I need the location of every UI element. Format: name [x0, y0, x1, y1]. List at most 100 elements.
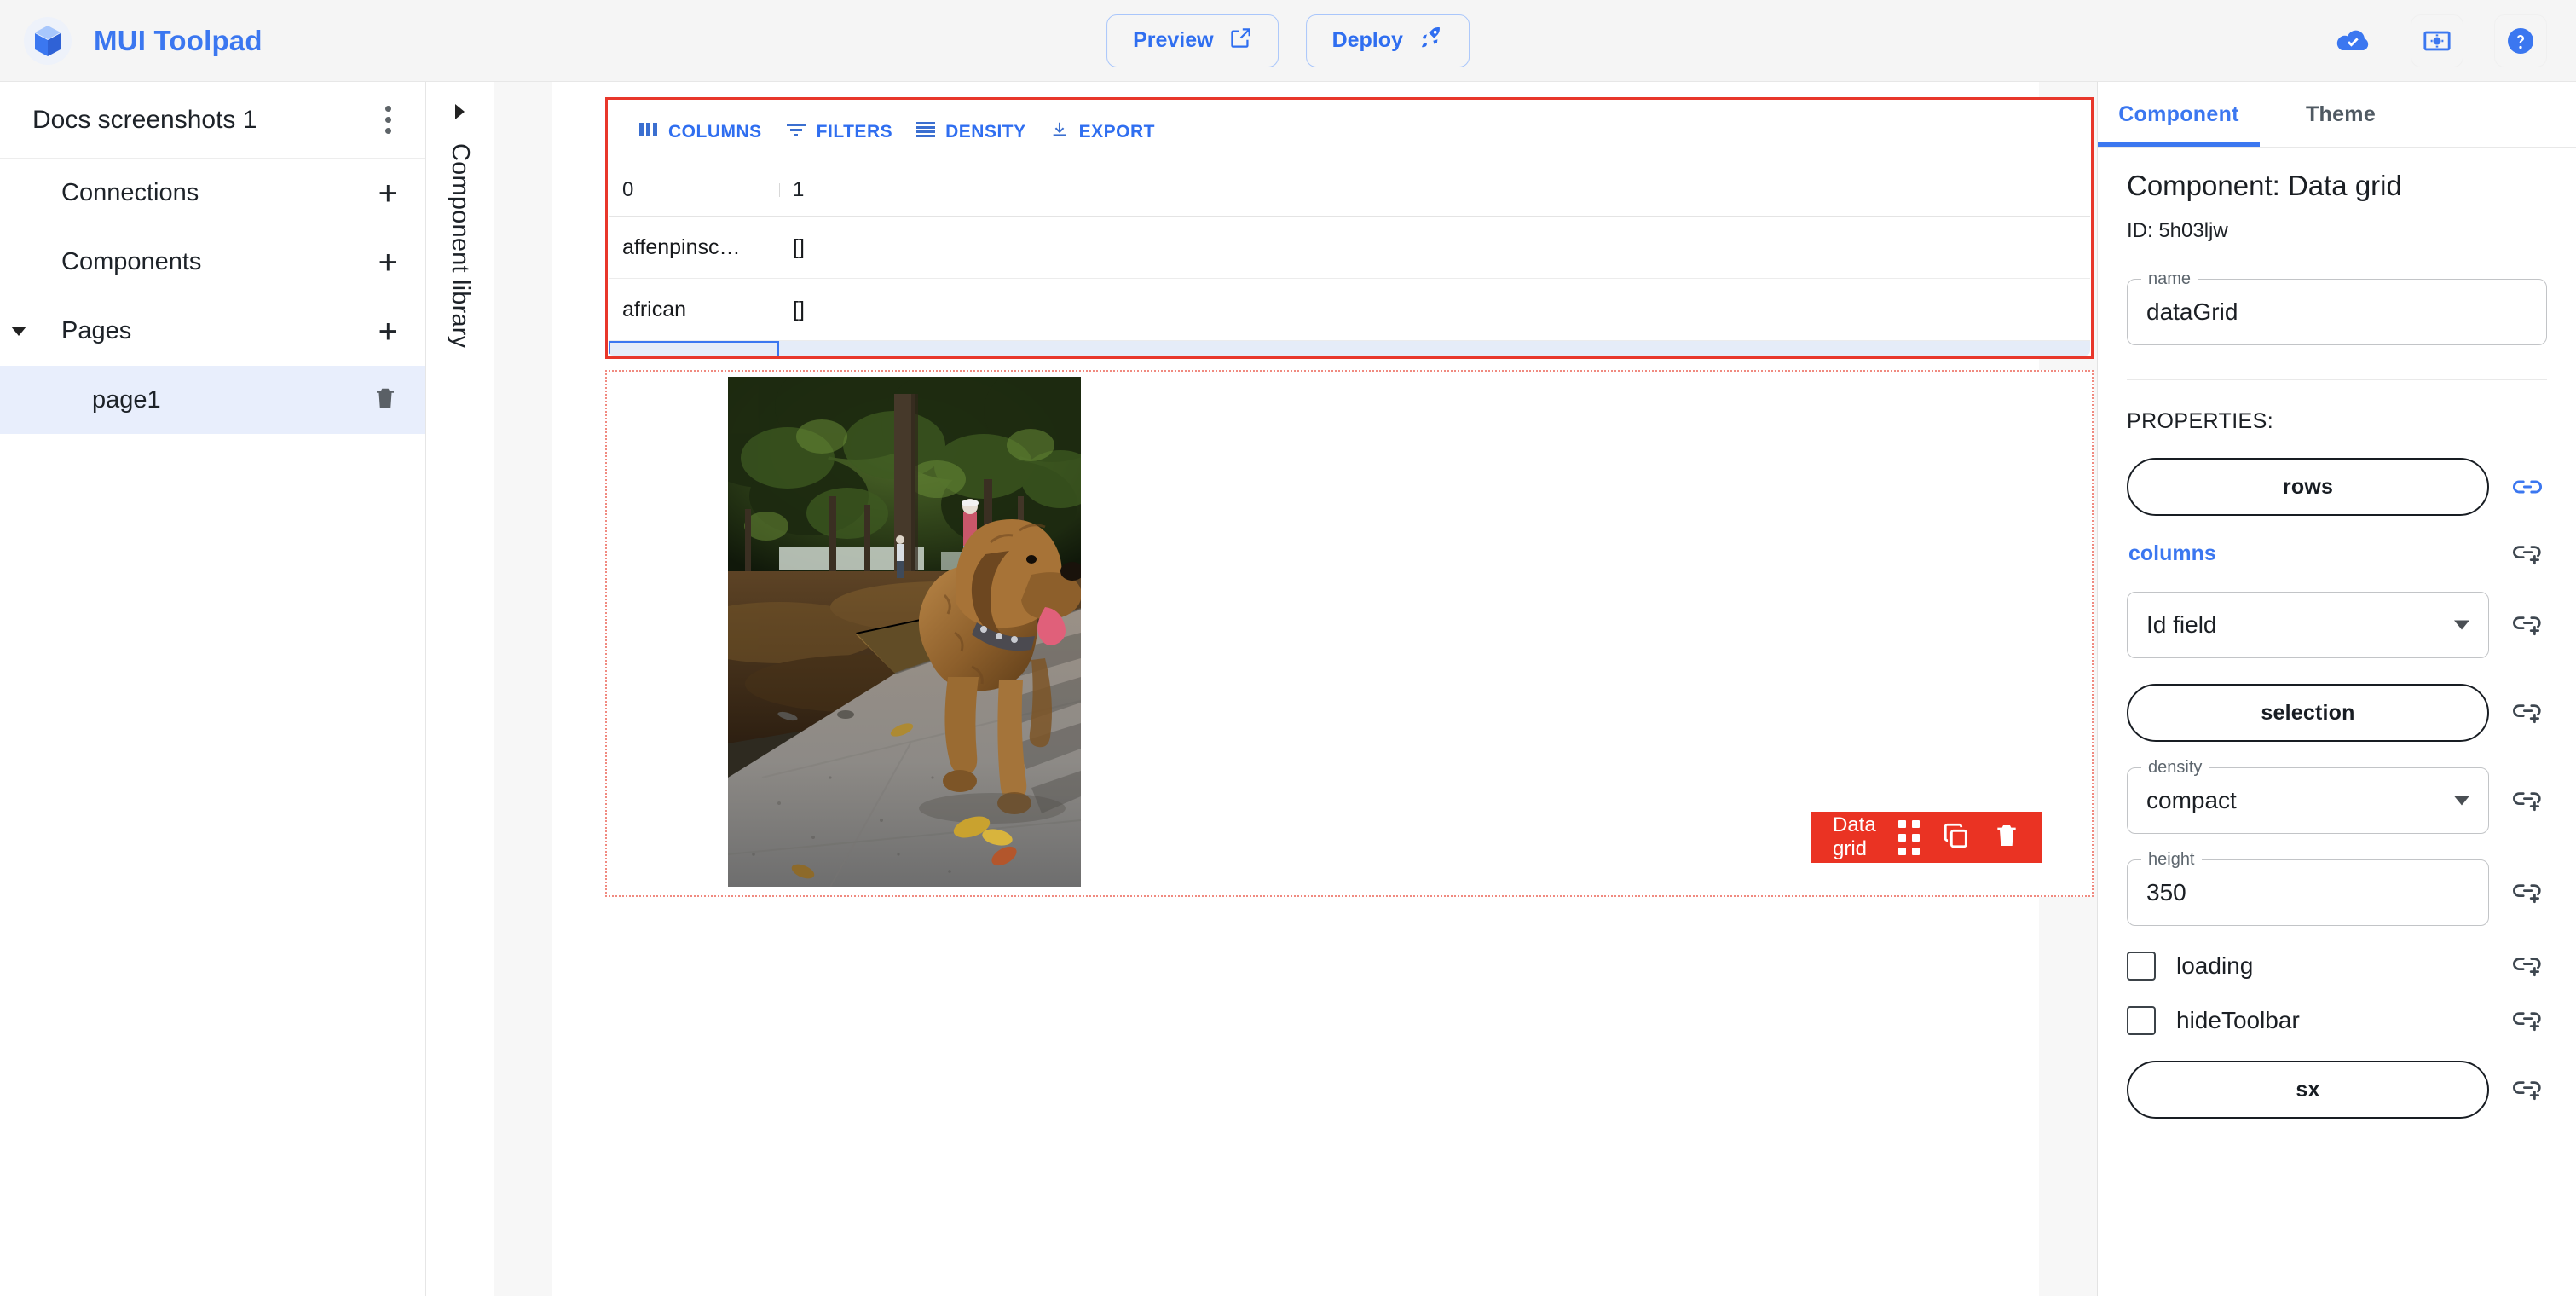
datagrid-selected-wrapper[interactable]: COLUMNS FILTERS DENSITY EXPORT 0 1 affen…	[605, 97, 2094, 359]
sidebar-item-components[interactable]: Components +	[0, 228, 425, 297]
add-page-plus-icon[interactable]: +	[378, 315, 398, 349]
rocket-icon	[1418, 26, 1443, 56]
loading-label: loading	[2176, 952, 2254, 979]
sidebar-item-label: Pages	[61, 317, 132, 344]
height-value: 350	[2146, 879, 2186, 905]
height-legend: height	[2141, 850, 2202, 870]
property-columns: columns	[2127, 541, 2547, 566]
sx-property-button[interactable]: sx	[2127, 1061, 2489, 1119]
name-field[interactable]: name dataGrid	[2127, 269, 2547, 345]
height-input[interactable]: height 350	[2127, 850, 2489, 926]
link-add-icon[interactable]	[2508, 701, 2547, 725]
property-density: density compact	[2127, 758, 2547, 834]
datagrid-header-row: 0 1	[609, 164, 2090, 217]
property-height: height 350	[2127, 850, 2547, 926]
datagrid-toolbar: COLUMNS FILTERS DENSITY EXPORT	[609, 101, 2090, 164]
inspector-tabs: Component Theme	[2098, 82, 2576, 148]
link-add-icon[interactable]	[2508, 789, 2547, 813]
sidebar-item-connections[interactable]: Connections +	[0, 159, 425, 228]
caret-right-icon[interactable]	[455, 104, 465, 119]
toolpad-cube-logo-icon	[24, 16, 72, 65]
cell-col1[interactable]: []	[779, 279, 933, 340]
property-loading: loading	[2127, 952, 2547, 981]
cloud-done-icon[interactable]	[2327, 14, 2380, 67]
open-in-new-icon	[1229, 26, 1252, 55]
checkbox-icon[interactable]	[2127, 952, 2156, 981]
brand: MUI Toolpad	[24, 16, 263, 65]
cell-col0[interactable]: affenpinsc…	[609, 217, 779, 278]
filter-icon	[786, 121, 806, 143]
id-field-select[interactable]: Id field	[2127, 592, 2489, 658]
tab-component[interactable]: Component	[2098, 82, 2260, 147]
caret-down-icon[interactable]	[0, 327, 38, 336]
download-icon	[1050, 120, 1069, 144]
dog-photo	[728, 377, 1081, 887]
component-action-bar-label: Data grid	[1833, 813, 1876, 860]
trash-icon[interactable]	[1993, 821, 2020, 854]
hidetoolbar-checkbox-row[interactable]: hideToolbar	[2127, 1006, 2489, 1035]
link-add-icon[interactable]	[2508, 613, 2547, 637]
copy-icon[interactable]	[1942, 821, 1971, 854]
name-field-value: dataGrid	[2146, 298, 2238, 325]
sidebar-item-pages[interactable]: Pages +	[0, 297, 425, 366]
cell-col0[interactable]: african	[609, 279, 779, 340]
table-row-selected[interactable]: airedale []	[609, 341, 2090, 356]
columns-button[interactable]: COLUMNS	[627, 111, 774, 153]
tab-theme[interactable]: Theme	[2260, 82, 2422, 147]
component-action-bar: Data grid	[1811, 812, 2042, 863]
kebab-menu-icon[interactable]	[377, 97, 400, 142]
deploy-button[interactable]: Deploy	[1305, 14, 1470, 67]
sidebar-item-page1[interactable]: page1	[0, 366, 425, 434]
drag-dots-icon[interactable]	[1897, 819, 1920, 855]
table-row[interactable]: african []	[609, 279, 2090, 341]
header-actions: Preview Deploy	[1106, 14, 1470, 67]
cell-col1[interactable]: []	[779, 341, 933, 356]
columns-icon	[639, 121, 658, 143]
link-add-icon[interactable]	[2508, 1078, 2547, 1102]
selection-property-button[interactable]: selection	[2127, 684, 2489, 742]
preview-button[interactable]: Preview	[1106, 14, 1279, 67]
component-library-rail[interactable]: Component library	[426, 82, 494, 1296]
add-component-plus-icon[interactable]: +	[378, 246, 398, 280]
density-label: DENSITY	[945, 122, 1026, 142]
export-button[interactable]: EXPORT	[1038, 111, 1167, 153]
preview-button-label: Preview	[1133, 28, 1214, 52]
chevron-down-icon	[2454, 620, 2469, 630]
header-utility-icons	[2327, 14, 2547, 67]
name-field-legend: name	[2141, 269, 2198, 289]
trash-icon[interactable]	[373, 385, 398, 416]
sidebar-header: Docs screenshots 1	[0, 82, 425, 159]
density-button[interactable]: DENSITY	[904, 111, 1038, 153]
columns-property-link[interactable]: columns	[2127, 541, 2489, 566]
link-add-icon[interactable]	[2508, 542, 2547, 566]
cell-col1[interactable]: []	[779, 217, 933, 278]
table-row[interactable]: affenpinsc… []	[609, 217, 2090, 279]
filters-button[interactable]: FILTERS	[774, 111, 904, 153]
cell-col0[interactable]: airedale	[609, 341, 779, 356]
checkbox-icon[interactable]	[2127, 1006, 2156, 1035]
app-root: MUI Toolpad Preview Deploy Docs screensh…	[0, 0, 2576, 1296]
add-connection-plus-icon[interactable]: +	[378, 176, 398, 211]
link-bound-icon[interactable]	[2508, 476, 2547, 498]
left-sidebar: Docs screenshots 1 Connections + Compone…	[0, 82, 426, 1296]
sidebar-item-label: Connections	[61, 179, 199, 206]
link-add-icon[interactable]	[2508, 881, 2547, 905]
rows-property-button[interactable]: rows	[2127, 458, 2489, 516]
column-header-0[interactable]: 0	[609, 178, 779, 202]
component-library-label: Component library	[447, 143, 474, 349]
id-field-value: Id field	[2146, 611, 2217, 638]
hidetoolbar-label: hideToolbar	[2176, 1007, 2300, 1033]
link-add-icon[interactable]	[2508, 954, 2547, 978]
loading-checkbox-row[interactable]: loading	[2127, 952, 2489, 981]
help-circle-icon[interactable]	[2494, 14, 2547, 67]
chevron-down-icon	[2454, 796, 2469, 806]
density-select[interactable]: density compact	[2127, 758, 2489, 834]
datagrid: COLUMNS FILTERS DENSITY EXPORT 0 1 affen…	[609, 101, 2090, 356]
brightness-settings-icon[interactable]	[2411, 14, 2463, 67]
deploy-button-label: Deploy	[1331, 28, 1403, 52]
sidebar-item-label: Components	[61, 248, 202, 275]
column-header-1[interactable]: 1	[779, 178, 933, 202]
link-add-icon[interactable]	[2508, 1009, 2547, 1033]
density-legend: density	[2141, 758, 2209, 778]
property-rows: rows	[2127, 458, 2547, 516]
